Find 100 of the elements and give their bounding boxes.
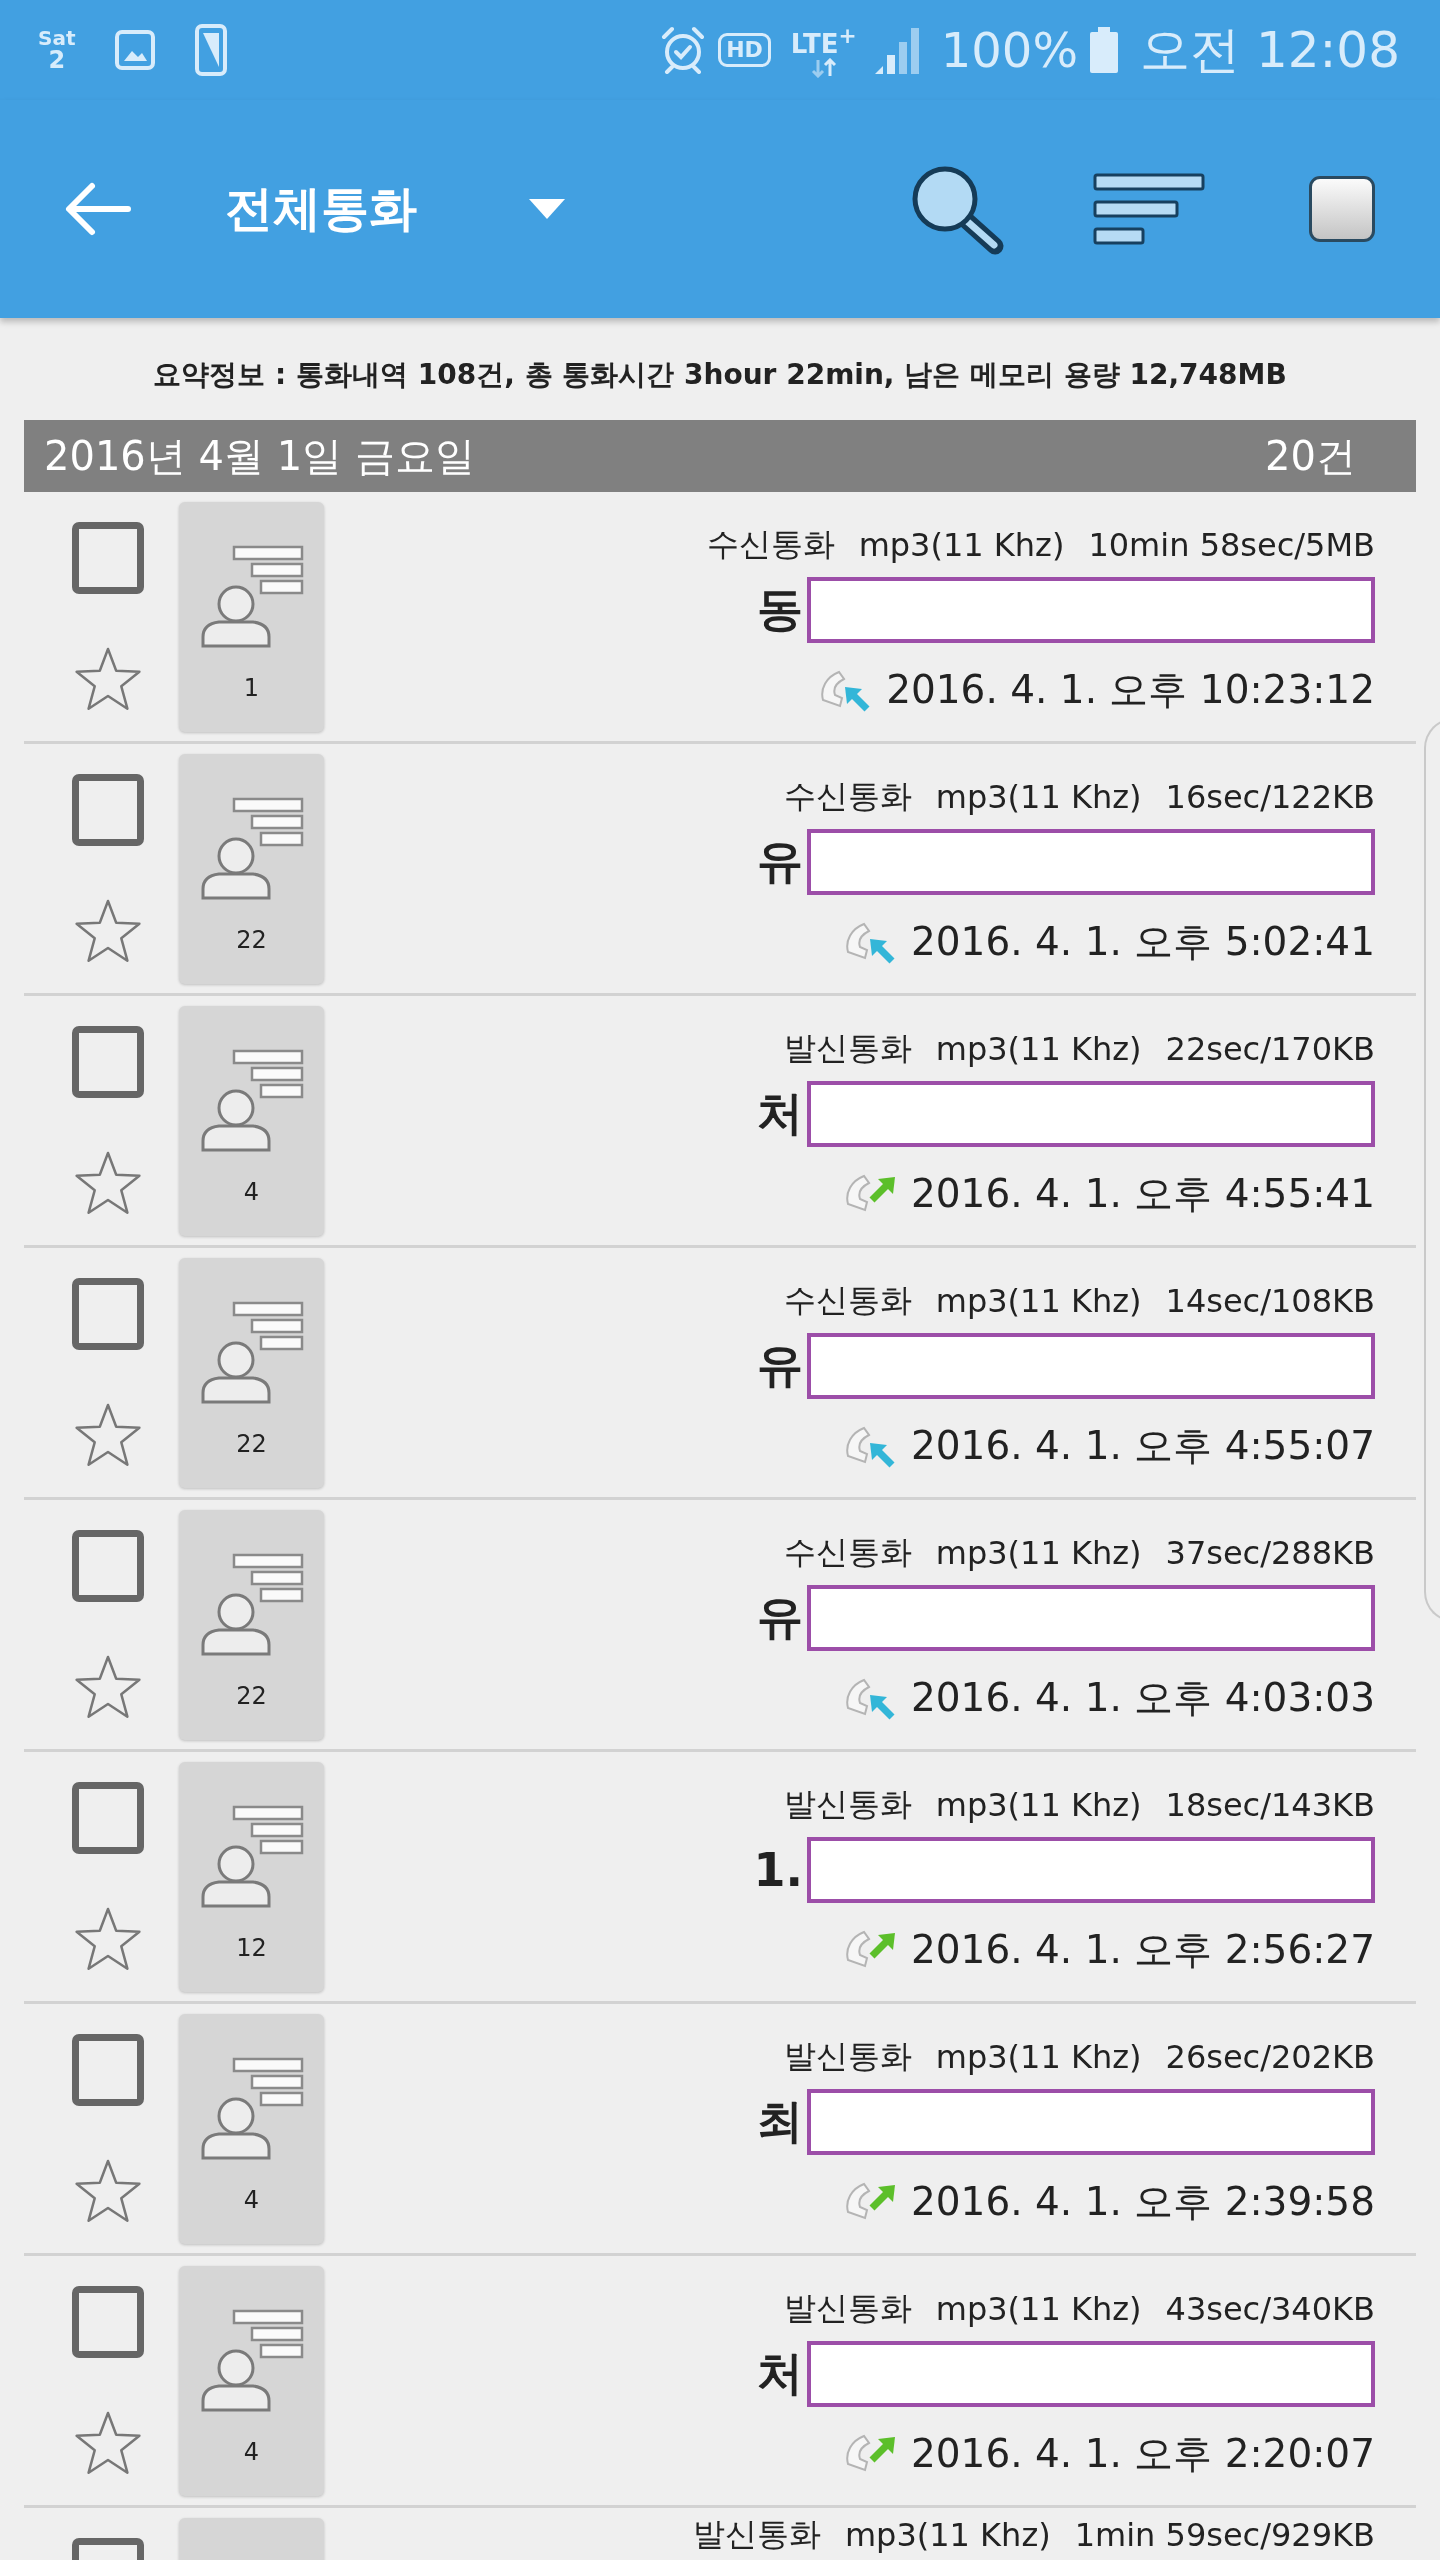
contact-card[interactable]: 12 (179, 1762, 324, 1992)
contact-list-icon (199, 1049, 304, 1153)
row-checkbox[interactable] (72, 1278, 144, 1350)
call-type-text: 수신통화 (706, 524, 835, 565)
row-checkbox[interactable] (72, 2034, 144, 2106)
row-checkbox[interactable] (72, 774, 144, 846)
datetime-text: 2016. 4. 1. 오후 2:20:07 (911, 2430, 1375, 2478)
contact-count-text: 4 (243, 2437, 260, 2467)
star-icon[interactable] (74, 1655, 142, 1719)
audio-format-text: mp3(11 Khz) (935, 1030, 1142, 1068)
row-checkbox[interactable] (72, 522, 144, 594)
datetime-text: 2016. 4. 1. 오후 4:55:41 (911, 1170, 1375, 1218)
duration-size-text: 26sec/202KB (1165, 2038, 1375, 2076)
select-all-checkbox[interactable] (1309, 176, 1375, 242)
battery-icon (1090, 27, 1118, 73)
duration-size-text: 43sec/340KB (1165, 2290, 1375, 2328)
row-checkbox[interactable] (72, 1026, 144, 1098)
audio-format-text: mp3(11 Khz) (935, 2038, 1142, 2076)
audio-format-text: mp3(11 Khz) (844, 2516, 1051, 2554)
contact-count-text: 22 (236, 925, 267, 955)
clock-text: 오전 12:08 (1140, 19, 1400, 81)
date-text: 2016년 4월 1일 금요일 (44, 431, 475, 481)
network-type-text: LTE$^{+}$ (790, 22, 857, 58)
contact-card[interactable]: 4 (179, 2014, 324, 2244)
audio-format-text: mp3(11 Khz) (935, 778, 1142, 816)
incoming-call-icon (845, 1424, 897, 1468)
datetime-text: 2016. 4. 1. 오후 4:55:07 (911, 1422, 1375, 1470)
contact-name-text: 처 (757, 1084, 803, 1142)
contact-list-icon (199, 797, 304, 901)
image-icon (115, 28, 156, 72)
contact-card[interactable]: 1 (179, 502, 324, 732)
contact-card[interactable]: 22 (179, 1510, 324, 1740)
datetime-text: 2016. 4. 1. 오후 2:39:58 (911, 2178, 1375, 2226)
contact-card[interactable]: 22 (179, 754, 324, 984)
contact-card[interactable]: 4 (179, 1006, 324, 1236)
star-icon[interactable] (74, 899, 142, 963)
call-type-text: 발신통화 (692, 2514, 821, 2555)
star-icon[interactable] (74, 1403, 142, 1467)
day-number-text: 2 (48, 48, 66, 72)
contact-count-text: 22 (236, 1681, 267, 1711)
incoming-call-icon (845, 920, 897, 964)
row-checkbox[interactable] (72, 2286, 144, 2358)
audio-format-text: mp3(11 Khz) (935, 1786, 1142, 1824)
star-icon[interactable] (74, 2411, 142, 2475)
duration-size-text: 16sec/122KB (1165, 778, 1375, 816)
contact-count-text: 4 (243, 1177, 260, 1207)
contact-name-text: 1. (753, 1842, 803, 1897)
audio-format-text: mp3(11 Khz) (935, 1282, 1142, 1320)
contact-count-text: 4 (243, 2185, 260, 2215)
contact-name-text: 유 (757, 1588, 803, 1646)
duration-size-text: 18sec/143KB (1165, 1786, 1375, 1824)
duration-size-text: 14sec/108KB (1165, 1282, 1375, 1320)
duration-size-text: 22sec/170KB (1165, 1030, 1375, 1068)
contact-count-text: 12 (236, 1933, 267, 1963)
contact-name-text: 처 (757, 2344, 803, 2402)
star-icon[interactable] (74, 2159, 142, 2223)
sort-button[interactable] (1093, 173, 1205, 245)
contact-list-icon (199, 1805, 304, 1909)
contact-list-icon (199, 2309, 304, 2413)
contact-count-text: 22 (236, 1429, 267, 1459)
contact-list-icon (199, 1553, 304, 1657)
datetime-text: 2016. 4. 1. 오후 10:23:12 (886, 666, 1375, 714)
datetime-text: 2016. 4. 1. 오후 2:56:27 (911, 1926, 1375, 1974)
contact-list-icon (199, 1301, 304, 1405)
weekday-text: Sat (38, 28, 76, 48)
star-icon[interactable] (74, 1151, 142, 1215)
call-type-text: 수신통화 (783, 1532, 912, 1573)
summary-text: 요약정보 : 통화내역 108건, 총 통화시간 3hour 22min, 남은 메모리 용량 12,748MB (152, 357, 1288, 393)
contact-name-text: 유 (757, 1336, 803, 1394)
duration-size-text: 1min 59sec/929KB (1074, 2516, 1375, 2554)
call-type-text: 발신통화 (783, 2036, 912, 2077)
call-type-text: 수신통화 (783, 1280, 912, 1321)
call-type-text: 발신통화 (783, 1028, 912, 1069)
star-icon[interactable] (74, 1907, 142, 1971)
device-icon (195, 24, 228, 76)
duration-size-text: 37sec/288KB (1165, 1534, 1375, 1572)
alarm-icon (660, 26, 707, 74)
contact-name-text: 동 (757, 580, 803, 638)
battery-percent-text: 100% (940, 22, 1078, 78)
call-type-text: 수신통화 (783, 776, 912, 817)
audio-format-text: mp3(11 Khz) (935, 2290, 1142, 2328)
contact-card[interactable]: 22 (179, 1258, 324, 1488)
call-type-text: 발신통화 (783, 2288, 912, 2329)
contact-list-icon (199, 2057, 304, 2161)
count-text: 20건 (1265, 431, 1356, 481)
star-icon[interactable] (74, 647, 142, 711)
contact-list-icon (199, 545, 304, 649)
caret-icon (529, 199, 565, 219)
contact-count-text: 1 (243, 673, 260, 703)
contact-card[interactable]: 4 (179, 2266, 324, 2496)
contact-name-text: 유 (757, 832, 803, 890)
row-checkbox[interactable] (72, 1782, 144, 1854)
audio-format-text: mp3(11 Khz) (935, 1534, 1142, 1572)
sort-icon (1093, 173, 1205, 245)
datetime-text: 2016. 4. 1. 오후 5:02:41 (911, 918, 1375, 966)
row-checkbox[interactable] (72, 1530, 144, 1602)
audio-format-text: mp3(11 Khz) (858, 526, 1065, 564)
duration-size-text: 10min 58sec/5MB (1088, 526, 1375, 564)
hd-voice-indicator: HD (718, 33, 771, 67)
incoming-call-icon (845, 1676, 897, 1720)
